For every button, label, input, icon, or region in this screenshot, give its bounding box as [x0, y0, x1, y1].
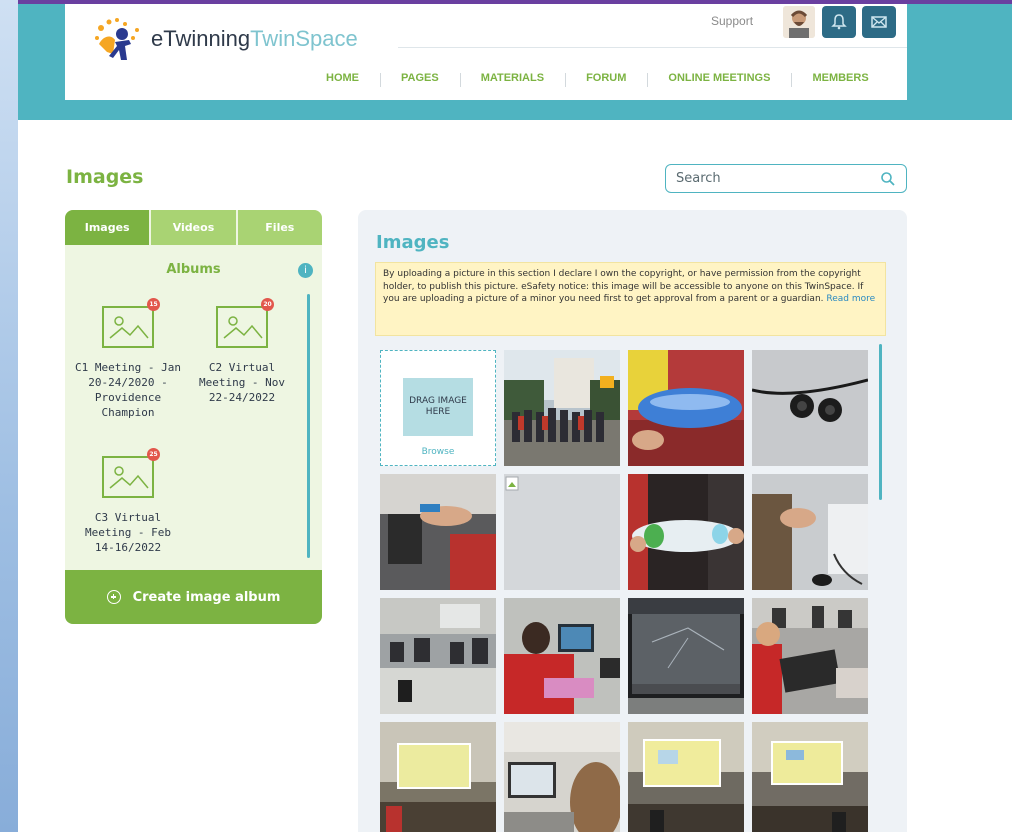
media-tabs: Images Videos Files	[65, 210, 322, 245]
image-thumbnail[interactable]	[628, 598, 744, 714]
browse-link[interactable]: Browse	[381, 447, 495, 457]
page-title: Images	[66, 166, 144, 188]
image-thumbnail[interactable]	[752, 474, 868, 590]
messages-button[interactable]	[862, 6, 896, 38]
tab-files[interactable]: Files	[237, 210, 322, 245]
album-count-badge: 15	[147, 298, 160, 311]
copyright-notice: By uploading a picture in this section I…	[375, 262, 886, 336]
images-panel: Images By uploading a picture in this se…	[358, 210, 907, 832]
logo-suffix: TwinSpace	[250, 26, 358, 51]
logo[interactable]: eTwinningTwinSpace	[89, 12, 389, 66]
search-input[interactable]	[676, 171, 880, 186]
image-thumbnail[interactable]	[628, 474, 744, 590]
avatar[interactable]	[783, 6, 815, 38]
album-image-icon: 15	[102, 298, 160, 348]
drag-image-label: DRAG IMAGE HERE	[403, 378, 473, 436]
plus-circle-icon	[106, 590, 121, 604]
header-divider	[398, 47, 907, 48]
support-link[interactable]: Support	[711, 14, 753, 28]
info-icon[interactable]: i	[298, 263, 313, 278]
notifications-button[interactable]	[822, 6, 856, 38]
nav-members[interactable]: MEMBERS	[791, 72, 889, 87]
images-title: Images	[376, 232, 450, 253]
image-thumbnail[interactable]	[628, 350, 744, 466]
image-thumbnail[interactable]	[380, 474, 496, 590]
tab-images[interactable]: Images	[65, 210, 152, 245]
album-item[interactable]: 15 C1 Meeting - Jan 20-24/2020 - Provide…	[73, 298, 183, 420]
albums-title: Albums	[166, 262, 221, 277]
album-item[interactable]: 20 C2 Virtual Meeting - Nov 22-24/2022	[187, 298, 297, 405]
create-album-label: Create image album	[132, 589, 281, 605]
album-name: C3 Virtual Meeting - Feb 14-16/2022	[84, 511, 172, 554]
album-name: C1 Meeting - Jan 20-24/2020 - Providence…	[75, 361, 181, 419]
image-thumbnail[interactable]	[628, 722, 744, 832]
nav-pages[interactable]: PAGES	[380, 72, 460, 87]
image-thumbnail-broken[interactable]	[504, 474, 620, 590]
image-thumbnail[interactable]	[380, 598, 496, 714]
album-name: C2 Virtual Meeting - Nov 22-24/2022	[198, 361, 286, 404]
album-count-badge: 25	[147, 448, 160, 461]
envelope-icon	[871, 16, 887, 28]
search-icon[interactable]	[880, 171, 896, 187]
image-thumbnail[interactable]	[504, 350, 620, 466]
notice-text: By uploading a picture in this section I…	[383, 269, 864, 305]
album-image-icon: 20	[216, 298, 274, 348]
tab-videos[interactable]: Videos	[151, 210, 238, 245]
albums-scrollbar[interactable]	[307, 294, 310, 558]
nav-materials[interactable]: MATERIALS	[459, 72, 565, 87]
read-more-link[interactable]: Read more	[826, 294, 875, 304]
search-box[interactable]	[665, 164, 907, 193]
image-thumbnail[interactable]	[752, 722, 868, 832]
image-thumbnail[interactable]	[380, 722, 496, 832]
album-item[interactable]: 25 C3 Virtual Meeting - Feb 14-16/2022	[73, 448, 183, 555]
logo-text: eTwinningTwinSpace	[151, 26, 358, 52]
header: eTwinningTwinSpace Support HOME PAGES MA…	[65, 4, 907, 100]
nav-home[interactable]: HOME	[305, 72, 380, 84]
image-grid: DRAG IMAGE HERE Browse	[380, 350, 870, 832]
main-nav: HOME PAGES MATERIALS FORUM ONLINE MEETIN…	[305, 68, 890, 88]
nav-forum[interactable]: FORUM	[565, 72, 647, 87]
image-thumbnail[interactable]	[752, 350, 868, 466]
left-strip	[0, 0, 18, 832]
image-thumbnail[interactable]	[504, 722, 620, 832]
drop-zone[interactable]: DRAG IMAGE HERE Browse	[380, 350, 496, 466]
album-image-icon: 25	[102, 448, 160, 498]
create-image-album-button[interactable]: Create image album	[65, 570, 322, 624]
etwinning-logo-icon	[89, 14, 149, 64]
nav-online-meetings[interactable]: ONLINE MEETINGS	[647, 72, 791, 87]
logo-prefix: eTwinning	[151, 26, 251, 51]
images-scrollbar[interactable]	[879, 344, 882, 500]
album-count-badge: 20	[261, 298, 274, 311]
bell-icon	[831, 14, 847, 30]
image-thumbnail[interactable]	[752, 598, 868, 714]
image-thumbnail[interactable]	[504, 598, 620, 714]
albums-panel: Images Videos Files Albums i 15 C1 Meeti…	[65, 210, 322, 624]
